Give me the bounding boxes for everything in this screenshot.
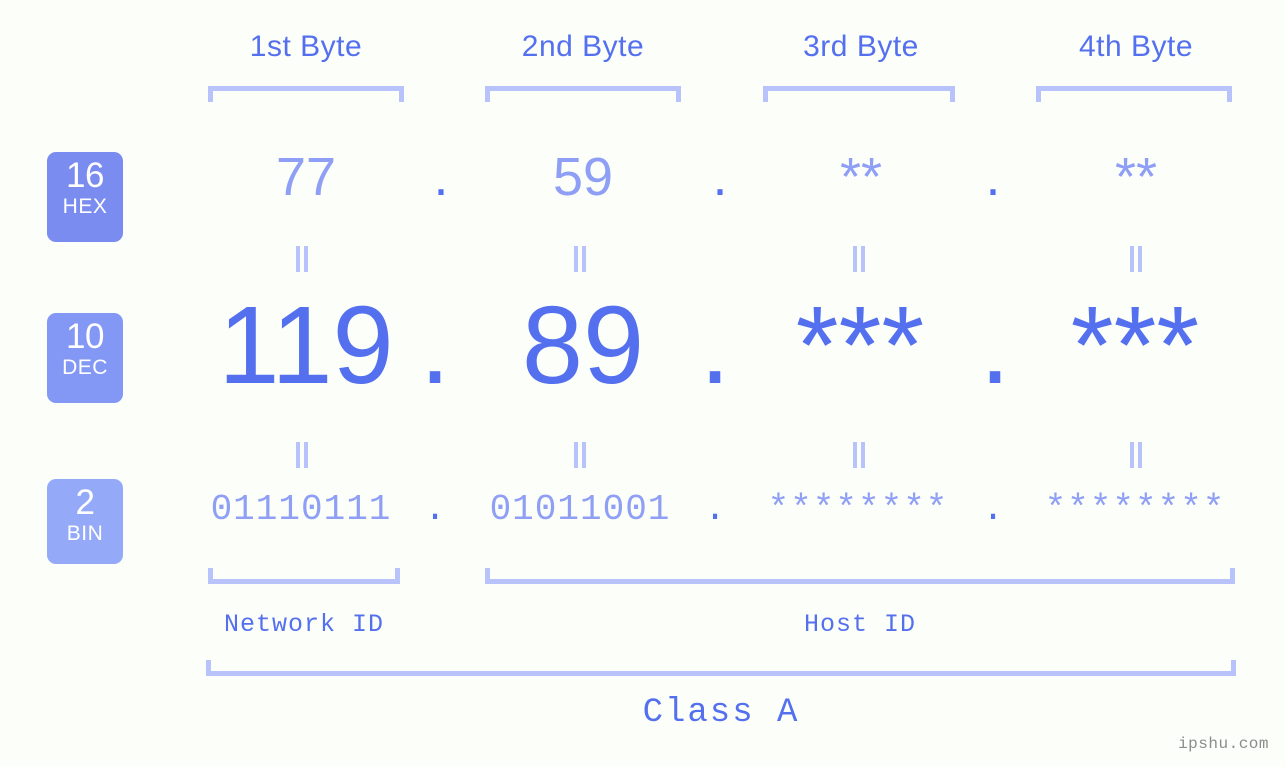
class-bracket xyxy=(206,660,1236,676)
hex-byte-4: ** xyxy=(1114,147,1158,207)
bin-separator-2: . xyxy=(704,489,726,530)
equals-mark-dec-bin-3 xyxy=(852,442,866,468)
base-badge-bin-name: BIN xyxy=(66,522,104,545)
base-badge-hex: 16 HEX xyxy=(47,152,123,242)
byte-heading-3: 3rd Byte xyxy=(803,30,919,63)
bin-byte-1: 01110111 xyxy=(210,489,392,530)
byte-heading-2: 2nd Byte xyxy=(521,30,645,63)
base-badge-hex-name: HEX xyxy=(62,195,108,218)
dec-byte-4: *** xyxy=(1070,284,1200,407)
dec-separator-2: . xyxy=(699,284,731,407)
base-badge-dec: 10 DEC xyxy=(47,313,123,403)
equals-mark-hex-dec-4 xyxy=(1129,246,1143,272)
hex-byte-3: ** xyxy=(839,147,883,207)
byte-heading-1: 1st Byte xyxy=(249,30,363,63)
equals-mark-dec-bin-2 xyxy=(573,442,587,468)
hex-separator-3: . xyxy=(985,147,1001,207)
bin-byte-3: ******** xyxy=(767,489,949,530)
bin-byte-2: 01011001 xyxy=(489,489,671,530)
base-badge-dec-name: DEC xyxy=(62,356,108,379)
equals-mark-hex-dec-2 xyxy=(573,246,587,272)
byte-bracket-1 xyxy=(208,86,404,102)
base-badge-hex-number: 16 xyxy=(66,156,104,195)
base-badge-bin: 2 BIN xyxy=(47,479,123,564)
bin-separator-1: . xyxy=(424,489,446,530)
bin-byte-4: ******** xyxy=(1044,489,1226,530)
base-badge-dec-number: 10 xyxy=(66,317,104,356)
hex-separator-1: . xyxy=(433,147,449,207)
equals-mark-hex-dec-1 xyxy=(295,246,309,272)
byte-heading-4: 4th Byte xyxy=(1078,30,1194,63)
class-label: Class A xyxy=(642,694,800,732)
dec-separator-1: . xyxy=(419,284,451,407)
byte-bracket-4 xyxy=(1036,86,1232,102)
byte-bracket-2 xyxy=(485,86,681,102)
dec-byte-2: 89 xyxy=(521,284,645,407)
byte-bracket-3 xyxy=(763,86,955,102)
host-id-label: Host ID xyxy=(803,610,917,639)
network-id-label: Network ID xyxy=(223,610,385,639)
base-badge-bin-number: 2 xyxy=(75,483,95,522)
ip-breakdown-diagram: 1st Byte 2nd Byte 3rd Byte 4th Byte 16 H… xyxy=(0,0,1285,767)
site-watermark: ipshu.com xyxy=(1178,735,1269,753)
dec-byte-3: *** xyxy=(795,284,925,407)
bin-separator-3: . xyxy=(982,489,1004,530)
hex-byte-1: 77 xyxy=(275,147,337,207)
dec-separator-3: . xyxy=(979,284,1011,407)
equals-mark-hex-dec-3 xyxy=(852,246,866,272)
equals-mark-dec-bin-1 xyxy=(295,442,309,468)
equals-mark-dec-bin-4 xyxy=(1129,442,1143,468)
hex-separator-2: . xyxy=(712,147,728,207)
network-id-bracket xyxy=(208,568,400,584)
host-id-bracket xyxy=(485,568,1235,584)
hex-byte-2: 59 xyxy=(552,147,614,207)
dec-byte-1: 119 xyxy=(218,284,394,407)
